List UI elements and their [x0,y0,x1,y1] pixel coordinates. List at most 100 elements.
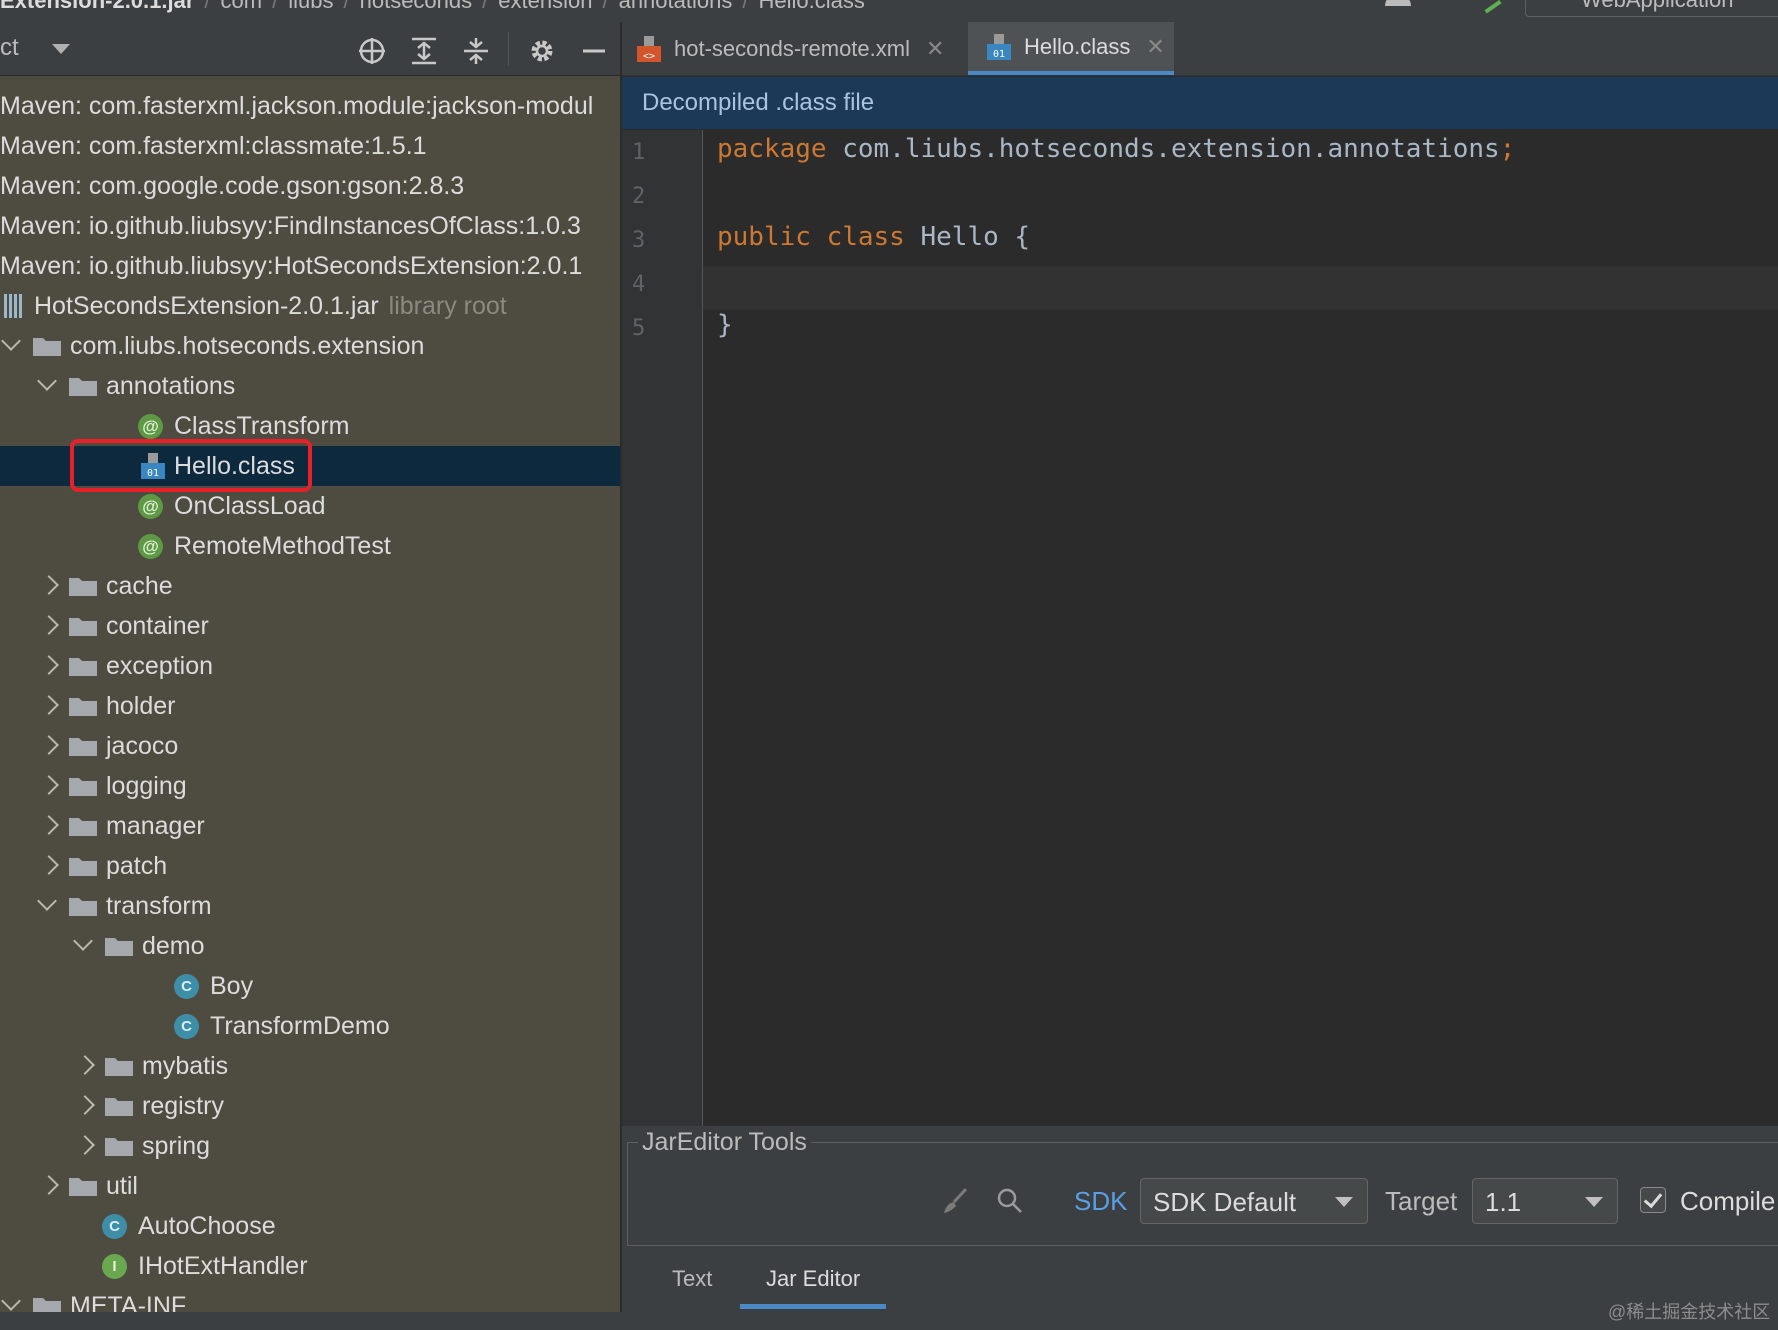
chevron-down-icon[interactable] [37,891,57,911]
tree-folder-mybatis[interactable]: mybatis [0,1046,620,1086]
tree-folder-holder[interactable]: holder [0,686,620,726]
folder-icon [105,1098,133,1116]
code-lines[interactable]: package com.liubs.hotseconds.extension.a… [703,130,1778,1126]
chevron-right-icon[interactable] [75,1095,95,1115]
breadcrumb-item[interactable]: Extension-2.0.1.jar [0,0,194,13]
tree-item-label: container [106,612,209,640]
search-icon[interactable] [995,1186,1025,1221]
tab-jar-editor[interactable]: Jar Editor [766,1266,860,1292]
close-icon[interactable]: ✕ [1146,34,1164,60]
chevron-down-icon[interactable] [52,44,70,54]
tree-item-label: transform [106,892,212,920]
user-icon[interactable] [1385,0,1411,6]
chevron-right-icon[interactable] [39,655,59,675]
tree-folder-util[interactable]: util [0,1166,620,1206]
expand-all-icon[interactable] [408,36,440,66]
tree-item-label: manager [106,812,205,840]
notice-text: Decompiled .class file [642,89,875,116]
target-select-value: 1.1 [1485,1187,1522,1217]
tree-item[interactable]: @ RemoteMethodTest [0,526,620,566]
tree-item-label: RemoteMethodTest [174,532,391,560]
tree-folder-exception[interactable]: exception [0,646,620,686]
chevron-right-icon[interactable] [39,815,59,835]
sdk-select[interactable]: SDK Default [1140,1178,1368,1224]
chevron-right-icon[interactable] [39,855,59,875]
sdk-label[interactable]: SDK [1074,1186,1127,1217]
line-number: 1 [632,140,646,165]
tree-item[interactable]: HotSecondsExtension-2.0.1.jar library roo… [0,286,620,326]
tree-item-label: holder [106,692,176,720]
tree-item-label: util [106,1172,138,1200]
tab-hello-class[interactable]: 01 Hello.class ✕ [968,22,1174,75]
editor-tab-bar: <> hot-seconds-remote.xml ✕ 01 Hello.cla… [622,22,1778,76]
tree-folder-registry[interactable]: registry [0,1086,620,1126]
tree-item[interactable]: @ OnClassLoad [0,486,620,526]
tree-item-label: demo [142,932,205,960]
breadcrumb-item[interactable]: annotations [619,0,733,13]
chevron-down-icon[interactable] [1,331,21,351]
folder-icon [105,1138,133,1156]
brush-icon[interactable] [940,1186,970,1221]
locate-icon[interactable] [356,36,388,66]
tree-folder-cache[interactable]: cache [0,566,620,606]
chevron-down-icon[interactable] [37,371,57,391]
breadcrumb-item[interactable]: hotseconds [360,0,473,13]
chevron-right-icon[interactable] [75,1055,95,1075]
tree-item[interactable]: I IHotExtHandler [0,1246,620,1286]
tree-item[interactable]: Maven: com.fasterxml:classmate:1.5.1 [0,126,620,166]
tree-item[interactable]: Maven: io.github.liubsyy:HotSecondsExten… [0,246,620,286]
folder-icon [69,698,97,716]
compile-checkbox[interactable] [1640,1187,1666,1213]
gear-icon[interactable] [526,36,558,66]
tree-item-label: jacoco [106,732,179,760]
close-icon[interactable]: ✕ [926,36,944,62]
tree-folder-container[interactable]: container [0,606,620,646]
tree-item[interactable]: C Boy [0,966,620,1006]
chevron-right-icon[interactable] [39,1175,59,1195]
chevron-down-icon [1585,1197,1603,1207]
chevron-right-icon[interactable] [39,775,59,795]
breadcrumb-item[interactable]: com [221,0,263,13]
tree-item[interactable]: C AutoChoose [0,1206,620,1246]
tree-folder-manager[interactable]: manager [0,806,620,846]
chevron-right-icon[interactable] [75,1135,95,1155]
tree-item[interactable]: Maven: com.google.code.gson:gson:2.8.3 [0,166,620,206]
folder-icon [69,818,97,836]
target-label: Target [1385,1186,1458,1216]
chevron-right-icon[interactable] [39,575,59,595]
class-file-icon: 01 [987,33,1011,60]
chevron-right-icon[interactable] [39,615,59,635]
chevron-right-icon[interactable] [39,695,59,715]
tree-item[interactable]: Maven: com.fasterxml.jackson.module:jack… [0,86,620,126]
tree-folder-transform[interactable]: transform [0,886,620,926]
tree-item[interactable]: Maven: io.github.liubsyy:FindInstancesOf… [0,206,620,246]
chevron-down-icon[interactable] [73,931,93,951]
tree-item[interactable]: C TransformDemo [0,1006,620,1046]
target-select[interactable]: 1.1 [1472,1178,1618,1224]
tree-folder-demo[interactable]: demo [0,926,620,966]
tree-item-label: Maven: io.github.liubsyy:HotSecondsExten… [0,252,583,280]
run-config-selector[interactable]: WebApplication [1525,0,1778,17]
code-text: com.liubs.hotseconds.extension.annotatio… [826,134,1500,164]
breadcrumb-item[interactable]: extension [498,0,592,13]
tab-hot-seconds-remote-xml[interactable]: <> hot-seconds-remote.xml ✕ [636,22,976,75]
collapse-all-icon[interactable] [460,36,492,66]
tree-item-label: Maven: com.fasterxml:classmate:1.5.1 [0,132,427,160]
minimize-icon[interactable] [578,36,610,66]
project-panel-title[interactable]: ct [0,34,19,62]
hammer-icon[interactable] [1476,0,1502,14]
chevron-right-icon[interactable] [39,735,59,755]
tab-label: hot-seconds-remote.xml [674,35,910,61]
tree-folder-jacoco[interactable]: jacoco [0,726,620,766]
compile-label[interactable]: Compile [1680,1186,1775,1217]
tab-text[interactable]: Text [672,1266,712,1292]
tree-folder-patch[interactable]: patch [0,846,620,886]
tree-item-label: HotSecondsExtension-2.0.1.jar library roo… [34,292,507,320]
tree-folder-com-liubs-hotseconds-extension[interactable]: com.liubs.hotseconds.extension [0,326,620,366]
chevron-down-icon[interactable] [1,1291,21,1311]
breadcrumb-item[interactable]: liubs [288,0,333,13]
tree-folder-logging[interactable]: logging [0,766,620,806]
breadcrumb-item[interactable]: Hello.class [758,0,864,13]
tree-folder-annotations[interactable]: annotations [0,366,620,406]
tree-folder-spring[interactable]: spring [0,1126,620,1166]
